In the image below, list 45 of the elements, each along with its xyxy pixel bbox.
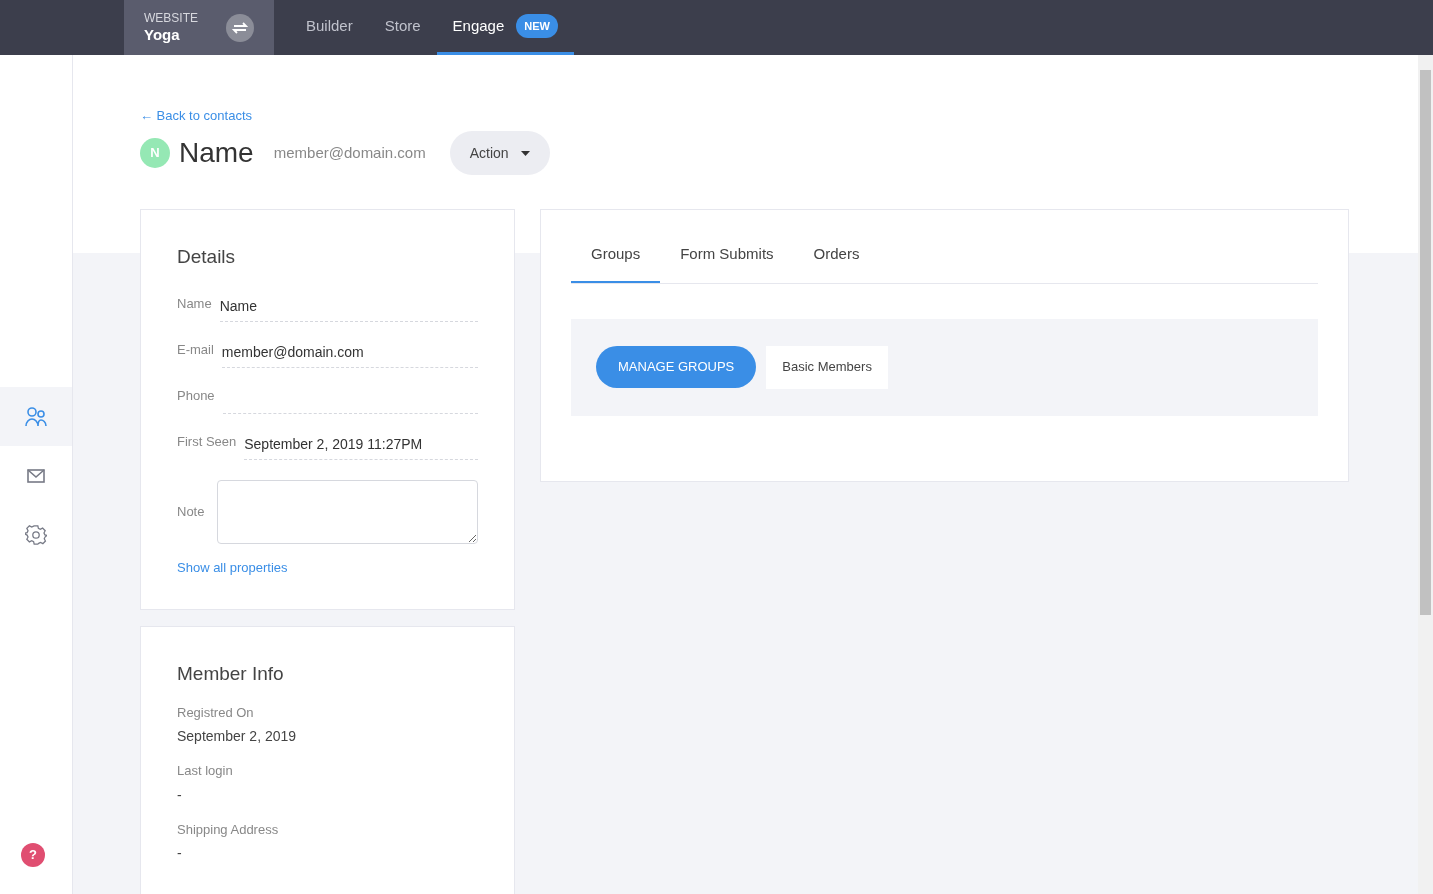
card-title: Member Info: [177, 662, 285, 686]
website-switcher[interactable]: WEBSITE Yoga: [124, 0, 274, 55]
scrollbar[interactable]: [1418, 55, 1433, 894]
field-label: Name: [177, 295, 212, 313]
input-field[interactable]: member@domain.com: [221, 337, 478, 368]
info-label: Last login: [177, 762, 234, 780]
nav-tab[interactable]: Store: [368, 0, 437, 55]
avatar: N: [140, 138, 170, 168]
nav-tab-label: Engage: [452, 15, 505, 36]
info-label: Shipping Address: [177, 820, 280, 839]
people-icon: [25, 406, 47, 427]
contact-email: member@domain.com: [273, 142, 426, 163]
info-value: -: [177, 785, 183, 805]
nav-tab-label: Builder: [306, 15, 353, 36]
mail-icon: [27, 468, 45, 483]
card-title: Details: [177, 245, 237, 269]
tab[interactable]: Groups: [571, 243, 661, 283]
new-badge: NEW: [516, 13, 558, 39]
field-label: First Seen: [177, 433, 237, 451]
contact-name: Name: [179, 136, 254, 170]
back-link[interactable]: ← Back to contacts: [140, 108, 252, 123]
input-field[interactable]: Name: [219, 291, 478, 322]
nav-tab[interactable]: Builder: [290, 0, 369, 55]
tab[interactable]: Orders: [793, 243, 880, 283]
caret-icon: [520, 150, 530, 156]
nav-tab-label: Store: [384, 15, 421, 36]
sidebar-item[interactable]: [0, 387, 72, 446]
tab[interactable]: Form Submits: [660, 243, 794, 283]
website-label: WEBSITE: [144, 10, 198, 26]
group-tag: Basic Members: [766, 345, 888, 389]
input-field[interactable]: September 2, 2019 11:27PM: [244, 429, 478, 460]
action-button[interactable]: Action: [449, 131, 550, 175]
show-all-link[interactable]: Show all properties: [177, 557, 478, 577]
info-label: Registred On: [177, 703, 255, 722]
info-value: September 2, 2019: [177, 727, 298, 746]
settings-icon: [25, 523, 47, 546]
field-label: E-mail: [177, 341, 214, 359]
swap-icon[interactable]: [226, 13, 254, 42]
field-label: Note: [177, 502, 206, 521]
help-button[interactable]: ?: [21, 843, 45, 867]
info-value: -: [177, 844, 183, 863]
note-field[interactable]: [217, 479, 478, 544]
website-name: Yoga: [144, 25, 181, 45]
scrollbar-thumb[interactable]: [1420, 70, 1431, 615]
field-label: Phone: [177, 387, 215, 405]
